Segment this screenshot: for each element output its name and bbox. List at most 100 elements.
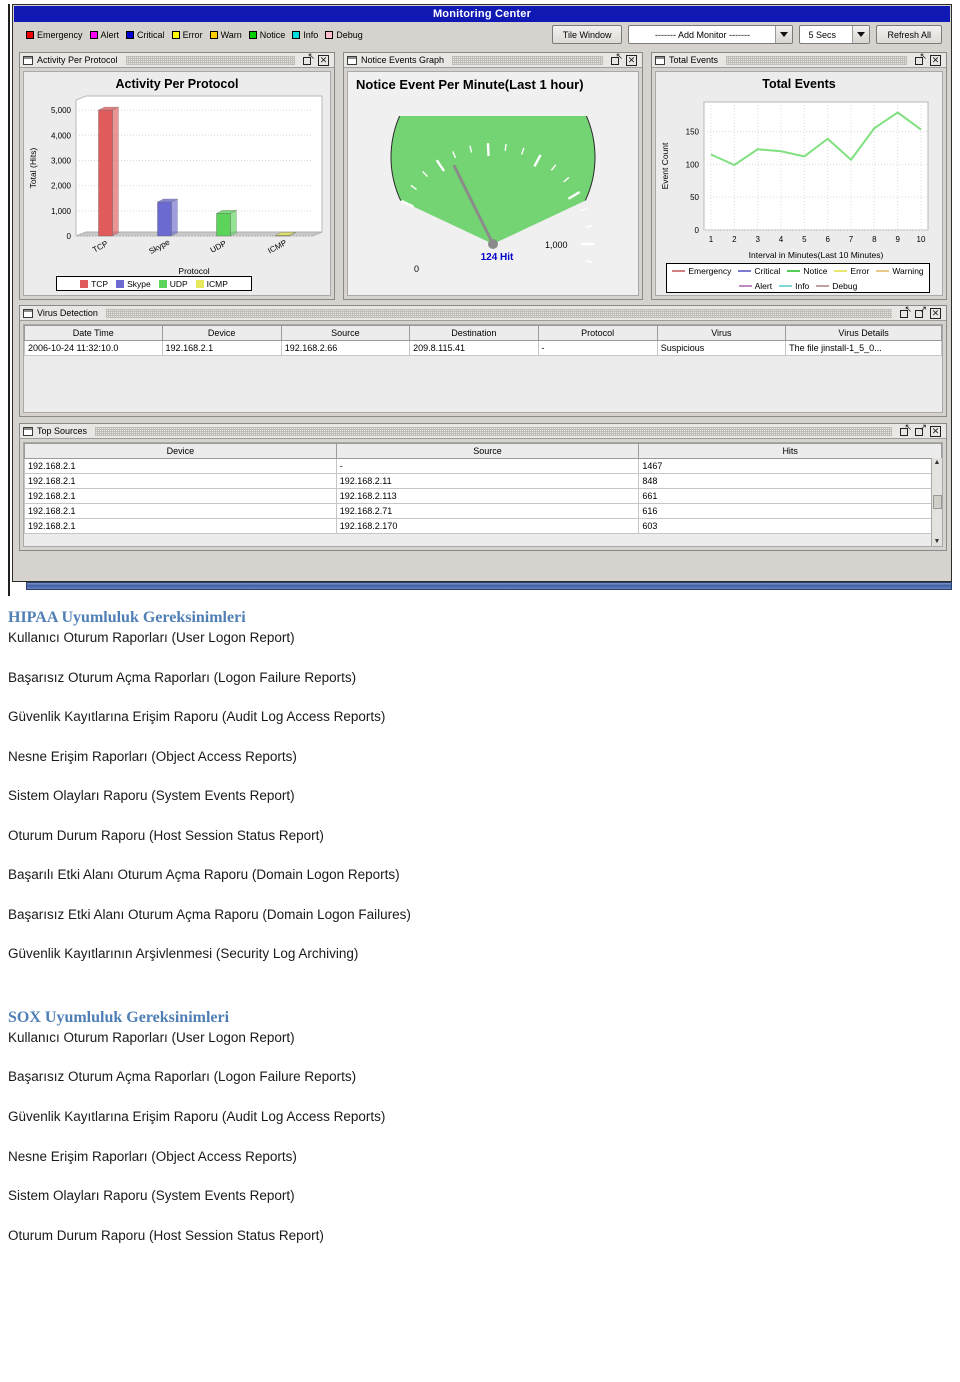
restore-icon[interactable]: [900, 305, 912, 319]
table-cell: 192.168.2.113: [335, 488, 640, 504]
panel-activity-per-protocol: Activity Per Protocol ✕ Activity Per Pro…: [19, 52, 335, 300]
panel-notice-events-graph: Notice Events Graph ✕ Notice Event Per M…: [343, 52, 643, 300]
severity-label: Info: [303, 30, 319, 40]
legend-line-swatch: [779, 284, 793, 287]
close-icon[interactable]: ✕: [318, 54, 329, 66]
severity-label: Notice: [259, 30, 286, 40]
refresh-interval-select[interactable]: 5 Secs: [799, 25, 871, 44]
column-header[interactable]: Protocol: [537, 325, 658, 341]
window-icon: [23, 55, 33, 65]
table-cell: 192.168.2.1: [24, 473, 337, 489]
column-header[interactable]: Virus Details: [785, 325, 942, 341]
legend-label: UDP: [169, 278, 188, 289]
scrollbar-thumb[interactable]: [932, 495, 942, 509]
window-icon: [23, 308, 33, 318]
close-icon[interactable]: ✕: [930, 54, 941, 66]
screenshot-bottom-bar: [26, 582, 952, 590]
close-icon[interactable]: ✕: [930, 307, 941, 319]
legend-item: Info: [779, 281, 809, 291]
maximize-icon[interactable]: [915, 305, 927, 319]
vertical-scrollbar[interactable]: ▲ ▼: [931, 458, 942, 546]
restore-icon[interactable]: [915, 52, 927, 66]
legend-line-swatch: [834, 269, 848, 272]
legend-label: Error: [850, 265, 870, 276]
add-monitor-select[interactable]: ------- Add Monitor -------: [628, 25, 794, 44]
column-header[interactable]: Device: [161, 325, 282, 341]
titlebar-texture: [95, 426, 892, 436]
titlebar-texture: [726, 55, 907, 65]
table-cell: 2006-10-24 11:32:10.0: [24, 340, 163, 356]
table-row[interactable]: 192.168.2.1 192.168.2.11 848: [24, 473, 942, 489]
column-header[interactable]: Hits: [638, 443, 942, 459]
severity-legend-item: Critical: [126, 30, 165, 40]
svg-text:TCP: TCP: [91, 239, 109, 254]
svg-text:124 Hit: 124 Hit: [481, 252, 514, 263]
report-item: Başarısız Oturum Açma Raporları (Logon F…: [8, 1069, 357, 1085]
column-header[interactable]: Destination: [409, 325, 539, 341]
table-header-row: Date Time Device Source Destination Protocol…: [24, 325, 942, 341]
severity-color-swatch: [26, 31, 34, 39]
legend-swatch: [116, 279, 125, 288]
column-header[interactable]: Date Time: [24, 325, 163, 341]
table-row[interactable]: 192.168.2.1-1467: [24, 458, 942, 474]
report-item: Başarısız Etki Alanı Oturum Açma Raporu …: [8, 906, 411, 922]
close-icon[interactable]: ✕: [626, 54, 637, 66]
hipaa-heading: HIPAA Uyumluluk Gereksinimleri: [8, 609, 246, 626]
restore-icon[interactable]: [611, 52, 623, 66]
legend-item: Skype: [116, 279, 151, 289]
refresh-all-button[interactable]: Refresh All: [876, 25, 942, 44]
chart-legend: TCP Skype UDP ICMP: [56, 276, 252, 291]
svg-text:3: 3: [755, 235, 760, 244]
tile-window-button[interactable]: Tile Window: [551, 25, 623, 44]
svg-text:7: 7: [849, 235, 854, 244]
svg-text:1: 1: [709, 235, 714, 244]
svg-text:8: 8: [872, 235, 877, 244]
table-row[interactable]: 192.168.2.1 192.168.2.71 616: [24, 503, 942, 519]
legend-item: Debug: [816, 281, 857, 291]
restore-icon[interactable]: [900, 423, 912, 437]
column-header[interactable]: Source: [280, 325, 411, 341]
table-row[interactable]: 192.168.2.1 192.168.2.113 661: [24, 488, 942, 504]
sox-heading: SOX Uyumluluk Gereksinimleri: [8, 1008, 230, 1026]
panel-title: Notice Events Graph: [361, 55, 445, 65]
notice-gauge-chart: 124 Hit 0 1,000: [348, 72, 638, 295]
sox-list: Kullanıcı Oturum Raporları (User Logon R…: [0, 1029, 960, 1244]
table-row[interactable]: 192.168.2.1 192.168.2.170 603: [24, 518, 942, 534]
severity-legend-item: Info: [292, 30, 318, 40]
table-cell: 1467: [638, 458, 942, 474]
severity-label: Critical: [137, 30, 165, 40]
table-cell: The file jinstall-1_5_0...: [785, 340, 942, 356]
column-header[interactable]: Device: [24, 443, 337, 459]
virus-detection-table: Date Time Device Source Destination Protocol…: [24, 325, 942, 356]
severity-color-swatch: [325, 31, 334, 39]
report-item: Sistem Olayları Raporu (System Events Re…: [8, 1188, 295, 1204]
close-icon[interactable]: ✕: [930, 425, 941, 437]
column-header[interactable]: Source: [335, 443, 640, 459]
table-cell: 848: [638, 473, 942, 489]
scroll-up-icon[interactable]: ▲: [934, 459, 941, 466]
maximize-icon[interactable]: [915, 423, 927, 437]
legend-line-swatch: [787, 269, 801, 272]
table-cell: -: [335, 458, 640, 474]
chevron-down-icon[interactable]: [775, 26, 793, 43]
panel-titlebar: Top Sources ✕: [20, 423, 946, 439]
svg-text:2,000: 2,000: [51, 182, 72, 191]
panel-body: Total Events 0 50 100 150 1 2 3 4 5 6 7 8 9 10 Interva…: [655, 71, 943, 296]
table-cell: 192.168.2.1: [24, 518, 337, 534]
legend-label: Skype: [127, 278, 151, 289]
panel-titlebar: Total Events ✕: [652, 52, 946, 68]
table-cell: -: [537, 340, 658, 356]
column-header[interactable]: Virus: [656, 325, 787, 341]
report-item: Güvenlik Kayıtlarının Arşivlenmesi (Secu…: [8, 946, 359, 962]
report-item: Sistem Olayları Raporu (System Events Re…: [8, 788, 295, 804]
chevron-down-icon[interactable]: [852, 26, 870, 43]
report-item: Oturum Durum Raporu (Host Session Status…: [8, 827, 324, 843]
scroll-down-icon[interactable]: ▼: [934, 538, 941, 545]
panel-total-events: Total Events ✕ Total Events 0 50 100 150 1 2 3…: [651, 52, 947, 300]
table-row[interactable]: 2006-10-24 11:32:10.0 192.168.2.1 192.168.…: [24, 340, 942, 356]
svg-text:0: 0: [67, 232, 72, 241]
restore-icon[interactable]: [303, 52, 315, 66]
